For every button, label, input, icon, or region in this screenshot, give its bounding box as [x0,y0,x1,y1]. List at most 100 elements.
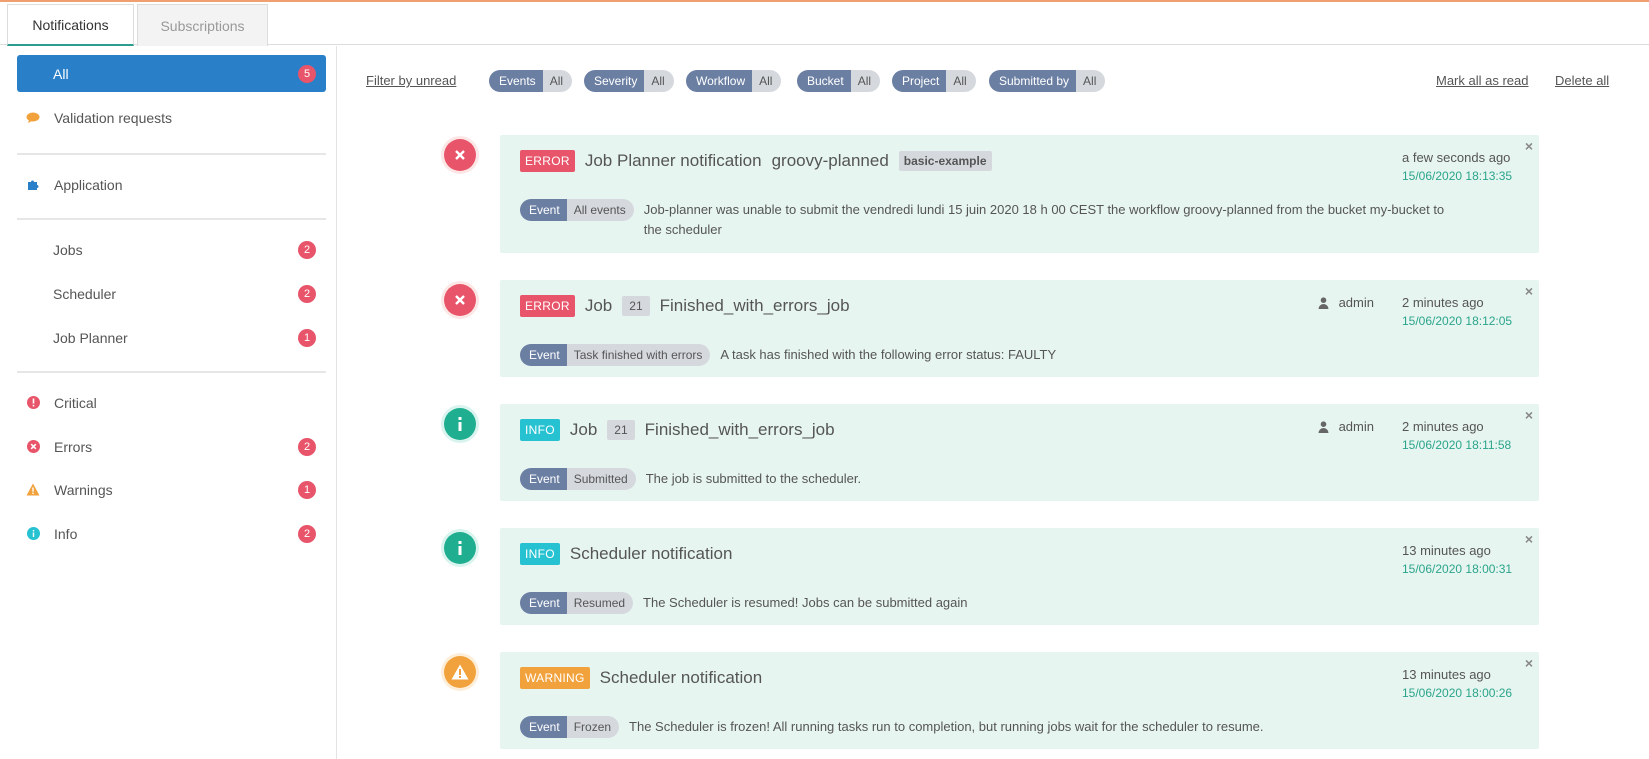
severity-badge: ERROR [520,295,575,317]
notification-title: Scheduler notification [599,668,763,687]
event-row: Event Task finished with errors A task ha… [520,344,1056,366]
notification-card[interactable]: ERROR Job Planner notification groovy-pl… [500,135,1539,253]
notification-time: 13 minutes ago 15/06/2020 18:00:26 [1402,666,1514,702]
event-pill: Event All events [520,199,634,221]
sidebar-item-label: Validation requests [54,109,173,126]
job-id-chip: 21 [622,296,650,316]
filter-events[interactable]: Events All [489,70,573,92]
sidebar-item-warnings[interactable]: Warnings 1 [17,471,326,508]
comment-icon [26,111,40,125]
filter-value: All [1076,70,1106,92]
time-date: 15/06/2020 18:12:05 [1402,314,1513,328]
puzzle-icon [26,178,40,192]
count-badge: 1 [298,480,316,499]
time-ago: 2 minutes ago [1402,419,1484,434]
notification-time: 2 minutes ago 15/06/2020 18:12:05 [1402,294,1514,330]
time-date: 15/06/2020 18:00:26 [1402,686,1513,700]
filter-key: Workflow [686,70,753,92]
filter-workflow[interactable]: Workflow All [686,70,782,92]
notification-title-row: INFO Job 21 Finished_with_errors_job [520,418,835,442]
sidebar-divider [17,218,326,220]
time-ago: 2 minutes ago [1402,295,1484,310]
notification-title: Job [569,420,598,439]
filter-key: Bucket [797,70,851,92]
count-badge: 2 [298,437,316,456]
delete-all-link[interactable]: Delete all [1555,73,1609,88]
notification-card[interactable]: ERROR Job 21 Finished_with_errors_job ad… [500,280,1539,377]
notification-card[interactable]: WARNING Scheduler notification Event Froz… [500,652,1539,749]
notification-title: Job Planner notification [584,151,762,170]
sidebar-item-label: Job Planner [53,329,128,346]
user-icon [1318,296,1329,309]
count-badge: 2 [298,284,316,303]
event-message: A task has finished with the following e… [720,347,1057,362]
notification-title: Job [584,296,613,315]
sidebar-divider [17,371,326,373]
job-name: Finished_with_errors_job [644,420,835,439]
notification-title-row: ERROR Job 21 Finished_with_errors_job [520,294,850,318]
filter-submitted-by[interactable]: Submitted by All [989,70,1106,92]
sidebar-item-errors[interactable]: Errors 2 [17,428,326,465]
filter-by-unread-link[interactable]: Filter by unread [366,73,456,88]
filter-project[interactable]: Project All [892,70,976,92]
severity-badge: INFO [520,543,560,565]
severity-badge: WARNING [520,667,590,689]
event-pill: Event Task finished with errors [520,344,711,366]
close-icon[interactable]: × [1525,407,1533,423]
event-message: The job is submitted to the scheduler. [645,471,862,486]
event-value: Task finished with errors [566,344,711,366]
submitted-by-user: admin [1318,295,1374,310]
bucket-tag: basic-example [898,151,992,171]
sidebar-item-critical[interactable]: Critical [17,384,326,421]
event-row: Event Resumed The Scheduler is resumed! J… [520,592,968,614]
sidebar-item-info[interactable]: Info 2 [17,515,326,552]
filter-value: All [542,70,573,92]
time-ago: a few seconds ago [1402,150,1511,165]
sidebar-item-all[interactable]: All 5 [17,55,326,92]
mark-all-read-link[interactable]: Mark all as read [1436,73,1528,88]
close-icon[interactable]: × [1525,283,1533,299]
filter-key: Project [892,70,947,92]
user-name: admin [1338,419,1374,434]
notification-card[interactable]: INFO Scheduler notification Event Resumed… [500,528,1539,625]
sidebar-item-validation-requests[interactable]: Validation requests [17,99,326,136]
sidebar-item-label: Errors [54,438,93,455]
notification-card[interactable]: INFO Job 21 Finished_with_errors_job adm… [500,404,1539,501]
sidebar-item-application[interactable]: Application [17,166,326,203]
tab-bar: Notifications Subscriptions [0,2,1649,46]
notification-title-row: ERROR Job Planner notification groovy-pl… [520,149,992,173]
error-circle-icon [26,440,40,454]
filter-bucket[interactable]: Bucket All [797,70,881,92]
filter-value: All [752,70,782,92]
filter-key: Events [489,70,543,92]
tab-notifications[interactable]: Notifications [7,4,134,46]
sidebar-divider [17,153,326,155]
close-icon[interactable]: × [1525,138,1533,154]
count-badge: 2 [298,240,316,259]
info-icon [26,527,40,541]
notification-title-row: INFO Scheduler notification [520,542,732,566]
sidebar-item-scheduler[interactable]: Scheduler 2 [17,275,326,312]
sidebar-item-job-planner[interactable]: Job Planner 1 [17,319,326,356]
filter-value: All [850,70,881,92]
sidebar-item-label: Jobs [53,241,83,258]
event-key: Event [520,468,567,490]
event-key: Event [520,716,567,738]
filter-severity[interactable]: Severity All [584,70,674,92]
sidebar-item-label: Scheduler [53,285,117,302]
close-icon[interactable]: × [1525,531,1533,547]
sidebar-item-jobs[interactable]: Jobs 2 [17,231,326,268]
count-badge: 2 [298,524,316,543]
submitted-by-user: admin [1318,419,1374,434]
info-icon [441,405,479,443]
filter-key: Severity [584,70,645,92]
tab-subscriptions[interactable]: Subscriptions [137,4,268,46]
event-message: Job-planner was unable to submit the ven… [643,202,1445,237]
sidebar-item-label: Info [54,525,78,542]
job-name: Finished_with_errors_job [659,296,850,315]
close-icon[interactable]: × [1525,655,1533,671]
sidebar-item-label: Critical [54,394,97,411]
event-value: Frozen [566,716,620,738]
event-value: Submitted [566,468,636,490]
event-key: Event [520,592,567,614]
